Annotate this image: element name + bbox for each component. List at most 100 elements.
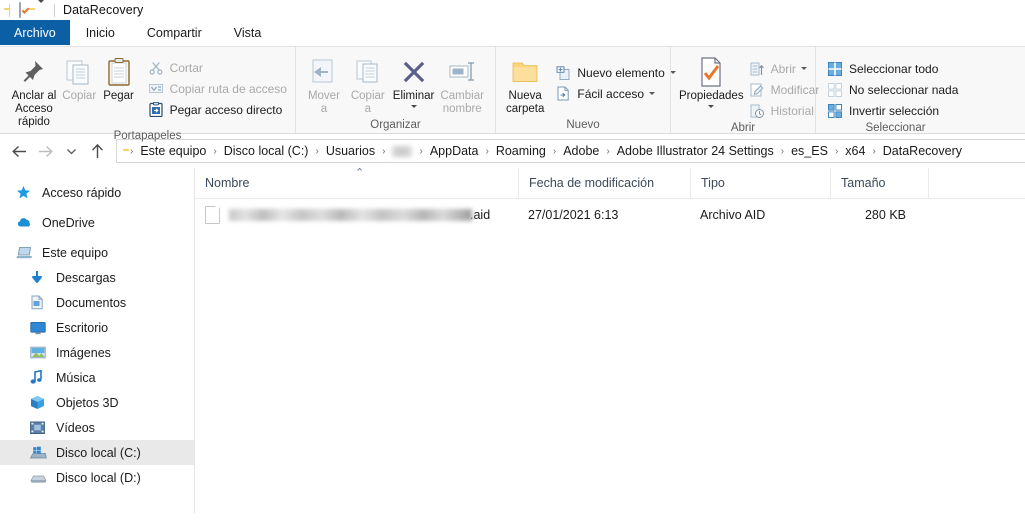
edit-label: Modificar (770, 82, 820, 97)
breadcrumb-es-es[interactable]: es_ES (789, 144, 830, 158)
sidebar-item-onedrive[interactable]: OneDrive (0, 210, 194, 235)
column-header-tipo[interactable]: Tipo (690, 168, 830, 198)
edit-icon (748, 83, 766, 97)
navigation-pane[interactable]: Acceso rápido OneDrive Este equipo Desca… (0, 168, 195, 513)
ribbon: Anclar al Acceso rápido Copiar Pegar Cor… (0, 46, 1025, 142)
pictures-icon (30, 346, 50, 359)
invert-selection-button[interactable]: Invertir selección (826, 100, 958, 121)
sidebar-item-disco-local-c[interactable]: Disco local (C:) (0, 440, 194, 465)
sidebar-item-videos[interactable]: Vídeos (0, 415, 194, 440)
paste-shortcut-icon (147, 102, 165, 117)
sidebar-item-este-equipo[interactable]: Este equipo (0, 240, 194, 265)
ribbon-group-abrir: Propiedades Abrir Modificar Historial Ab… (670, 47, 819, 134)
crumb-separator: › (872, 145, 876, 157)
ribbon-group-label-seleccionar: Seleccionar (865, 122, 926, 134)
crumb-separator: › (780, 145, 785, 157)
tab-archivo[interactable]: Archivo (0, 20, 70, 46)
breadcrumb-usuarios[interactable]: Usuarios (324, 144, 377, 158)
breadcrumb-username-redacted[interactable] (390, 144, 414, 158)
paste-label: Pegar (103, 90, 134, 102)
select-all-label: Seleccionar todo (849, 61, 939, 76)
easy-access-button[interactable]: Fácil acceso (554, 83, 675, 104)
sidebar-item-acceso-rapido[interactable]: Acceso rápido (0, 180, 194, 205)
crumb-separator: › (419, 145, 423, 157)
breadcrumb-appdata[interactable]: AppData (428, 144, 481, 158)
delete-chevron-icon[interactable] (410, 105, 417, 108)
cut-label: Cortar (169, 60, 203, 75)
windows-drive-icon (30, 446, 50, 460)
documents-icon (30, 295, 50, 310)
column-header-tamano[interactable]: Tamaño (830, 168, 928, 198)
sidebar-item-objetos-3d[interactable]: Objetos 3D (0, 390, 194, 415)
sidebar-item-descargas[interactable]: Descargas (0, 265, 194, 290)
sidebar-label: Acceso rápido (42, 185, 122, 200)
breadcrumb-roaming[interactable]: Roaming (494, 144, 548, 158)
breadcrumb-x64[interactable]: x64 (843, 144, 867, 158)
ribbon-group-seleccionar: Seleccionar todo No seleccionar nada Inv… (815, 47, 975, 134)
sidebar-label: Documentos (56, 295, 127, 310)
tab-inicio[interactable]: Inicio (69, 20, 131, 46)
generic-file-icon (205, 206, 220, 224)
properties-button[interactable]: Propiedades (679, 52, 744, 108)
pin-to-quick-access-button[interactable]: Anclar al Acceso rápido (8, 52, 60, 129)
sidebar-label: OneDrive (42, 215, 95, 230)
tab-compartir[interactable]: Compartir (131, 20, 218, 46)
copy-icon (64, 55, 94, 89)
sidebar-item-disco-local-d[interactable]: Disco local (D:) (0, 465, 194, 490)
copy-to-button[interactable]: Copiar a (346, 52, 390, 116)
column-header-nombre[interactable]: Nombre ⌃ (195, 168, 518, 198)
sidebar-item-musica[interactable]: Música (0, 365, 194, 390)
column-header-fecha[interactable]: Fecha de modificación (518, 168, 690, 198)
rename-button[interactable]: Cambiar nombre (437, 52, 487, 116)
edit-button[interactable]: Modificar (748, 79, 820, 100)
crumb-separator: › (315, 145, 319, 157)
properties-icon[interactable] (19, 2, 21, 18)
open-button[interactable]: Abrir (748, 58, 820, 79)
paste-icon (106, 55, 132, 89)
ribbon-group-label-portapapeles: Portapapeles (113, 130, 182, 142)
easy-access-chevron-icon[interactable] (649, 92, 656, 95)
breadcrumb-illustrator-settings[interactable]: Adobe Illustrator 24 Settings (615, 144, 776, 158)
crumb-separator: › (485, 145, 489, 157)
sidebar-item-escritorio[interactable]: Escritorio (0, 315, 194, 340)
properties-chevron-icon[interactable] (708, 105, 715, 108)
new-small-commands: Nuevo elemento Fácil acceso (554, 52, 676, 104)
copy-button[interactable]: Copiar (60, 52, 99, 103)
sidebar-item-imagenes[interactable]: Imágenes (0, 340, 194, 365)
customize-qat-chevron-icon[interactable] (38, 0, 44, 17)
column-header-spacer[interactable] (928, 168, 988, 198)
computer-icon (16, 246, 36, 260)
copy-path-button[interactable]: Copiar ruta de acceso (147, 78, 287, 99)
history-icon (748, 104, 766, 118)
new-item-label: Nuevo elemento (577, 65, 665, 80)
new-item-button[interactable]: Nuevo elemento (554, 62, 676, 83)
desktop-icon (30, 321, 50, 335)
cell-tamano: 280 KB (864, 208, 906, 222)
breadcrumb-este-equipo[interactable]: Este equipo (138, 144, 208, 158)
crumb-separator: › (130, 145, 134, 157)
breadcrumb-datarecovery[interactable]: DataRecovery (881, 144, 964, 158)
paste-button[interactable]: Pegar (99, 52, 139, 103)
select-none-button[interactable]: No seleccionar nada (826, 79, 958, 100)
move-to-button[interactable]: Mover a (302, 52, 346, 116)
cut-button[interactable]: Cortar (147, 57, 287, 78)
sidebar-item-documentos[interactable]: Documentos (0, 290, 194, 315)
history-button[interactable]: Historial (748, 100, 820, 121)
downloads-arrow-icon (30, 270, 50, 285)
select-all-button[interactable]: Seleccionar todo (826, 58, 958, 79)
new-folder-button[interactable]: Nueva carpeta (506, 52, 544, 116)
select-none-label: No seleccionar nada (849, 82, 959, 97)
breadcrumb-adobe[interactable]: Adobe (561, 144, 601, 158)
table-row[interactable]: .aid 27/01/2021 6:13 Archivo AID 280 KB (195, 202, 1025, 228)
move-to-icon (309, 55, 339, 89)
open-chevron-icon[interactable] (800, 67, 807, 70)
sort-ascending-icon: ⌃ (355, 167, 365, 179)
delete-button[interactable]: Eliminar (390, 52, 438, 108)
ribbon-group-portapapeles: Anclar al Acceso rápido Copiar Pegar Cor… (0, 47, 295, 142)
file-name-extension: .aid (470, 208, 491, 222)
cell-nombre[interactable]: .aid (195, 202, 518, 228)
properties-label: Propiedades (679, 90, 744, 102)
paste-shortcut-button[interactable]: Pegar acceso directo (147, 99, 287, 120)
tab-vista[interactable]: Vista (218, 20, 278, 46)
breadcrumb-disco-local-c[interactable]: Disco local (C:) (222, 144, 311, 158)
